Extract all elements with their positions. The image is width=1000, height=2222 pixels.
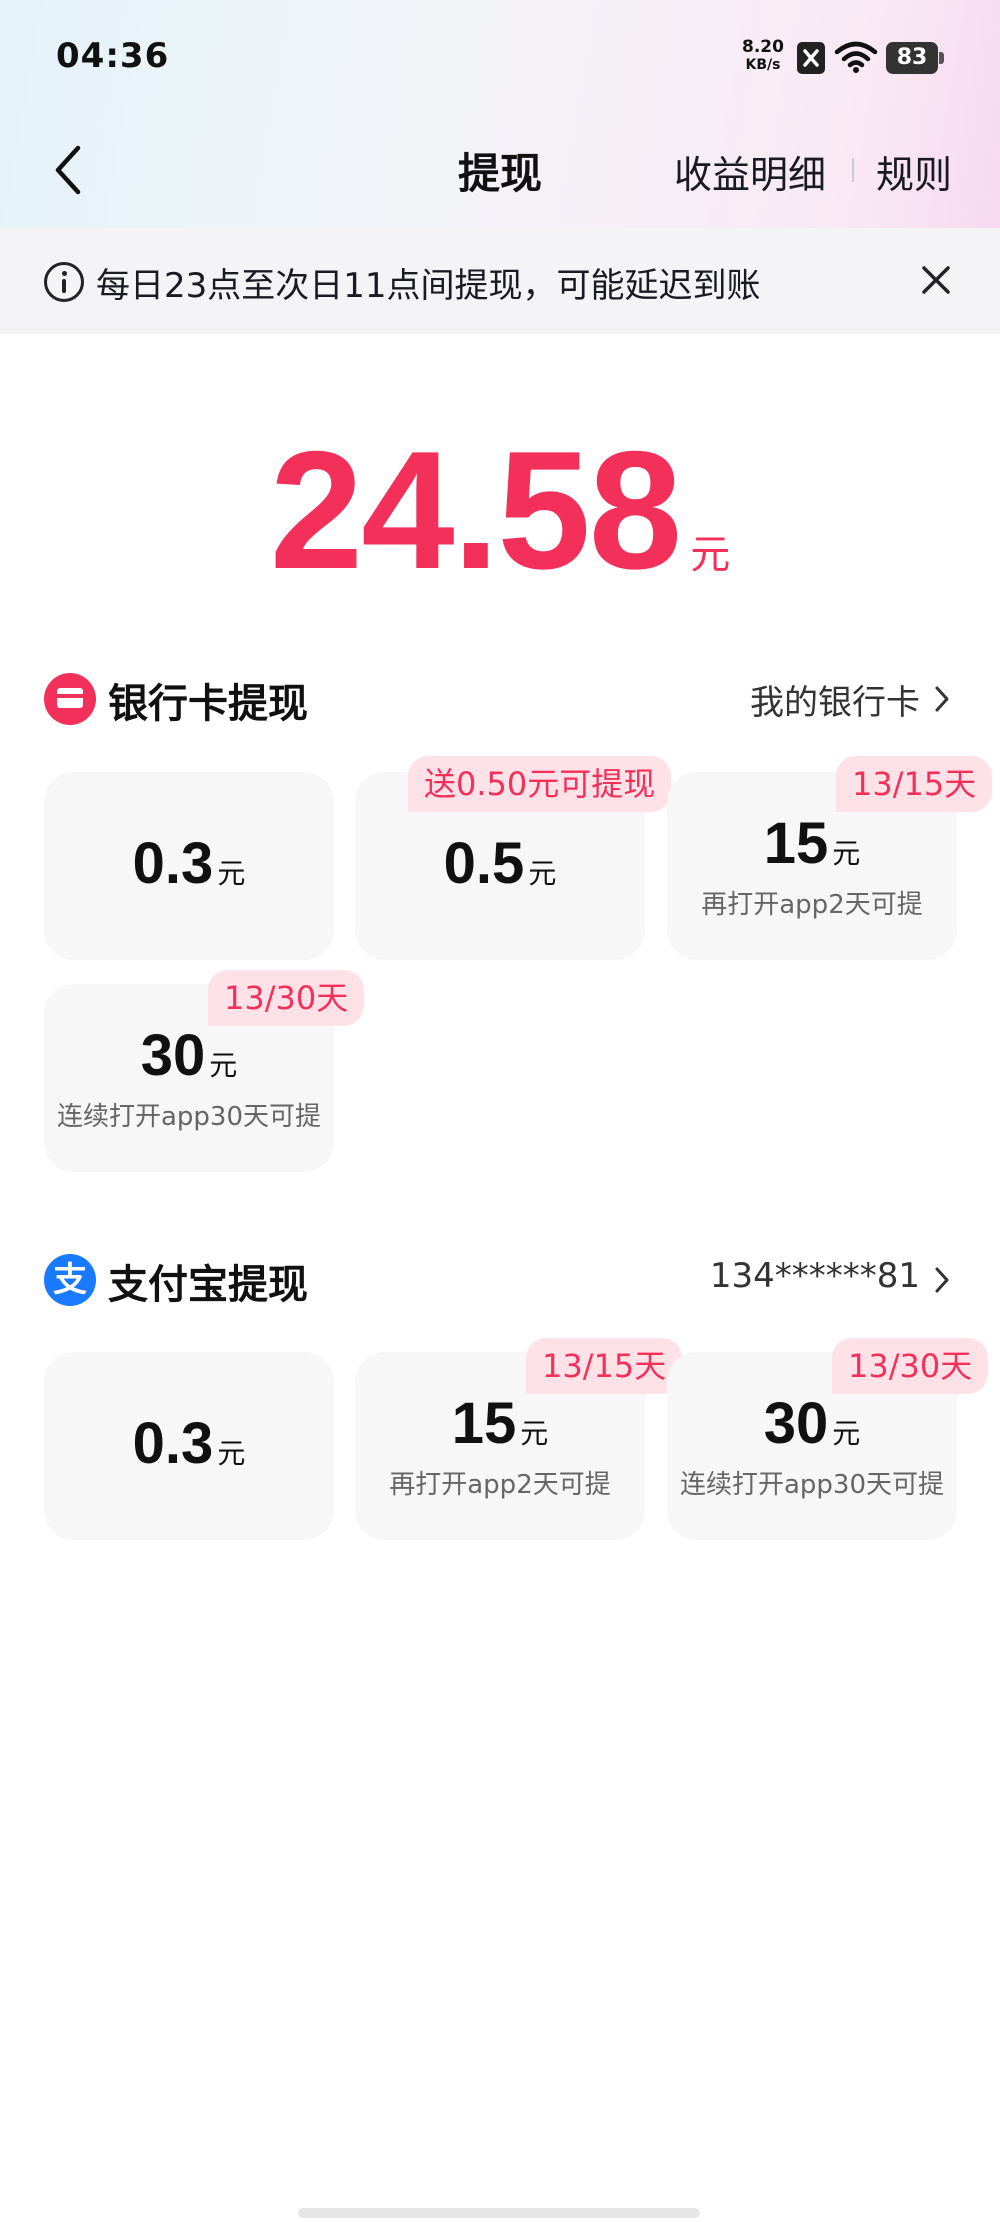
- network-speed: 8.20 KB/s: [738, 38, 788, 74]
- chevron-right-icon[interactable]: [932, 683, 952, 715]
- info-icon: [44, 262, 84, 302]
- alipay-icon: 支: [44, 1254, 96, 1306]
- navigation-bar: 提现 收益明细 规则: [0, 120, 1000, 230]
- option-amount-value: 0.3: [132, 831, 214, 896]
- status-time: 04:36: [56, 36, 170, 76]
- home-indicator[interactable]: [298, 2208, 700, 2218]
- option-condition: 再打开app2天可提: [389, 1470, 611, 1500]
- earnings-detail-link[interactable]: 收益明细: [674, 144, 826, 199]
- page-title: 提现: [457, 149, 542, 198]
- alipay-section-title: 支付宝提现: [108, 1262, 308, 1308]
- bank-section-header: 银行卡提现 我的银行卡: [0, 665, 1000, 735]
- wifi-icon: [834, 41, 878, 73]
- progress-badge: 13/30天: [208, 970, 365, 1026]
- option-amount-value: 15: [763, 811, 829, 876]
- notice-banner: 每日23点至次日11点间提现，可能延迟到账: [0, 228, 1000, 334]
- bank-section-title: 银行卡提现: [108, 681, 308, 727]
- alipay-option-card[interactable]: 0.3 元: [44, 1352, 334, 1540]
- notice-text: 每日23点至次日11点间提现，可能延迟到账: [96, 266, 761, 306]
- option-amount: 30 元: [667, 1390, 957, 1457]
- bank-option-card[interactable]: 0.3 元: [44, 772, 334, 960]
- alipay-section-header: 支 支付宝提现 134******81: [0, 1246, 1000, 1316]
- option-amount: 15 元: [355, 1390, 645, 1457]
- progress-badge: 13/15天: [836, 756, 993, 812]
- option-amount: 15 元: [667, 810, 957, 877]
- option-condition: 连续打开app30天可提: [56, 1102, 322, 1132]
- option-amount-value: 30: [763, 1391, 829, 1456]
- option-amount-unit: 元: [520, 1417, 549, 1450]
- network-speed-unit: KB/s: [745, 57, 781, 73]
- progress-badge: 13/15天: [526, 1338, 683, 1394]
- my-bank-card-link[interactable]: 我的银行卡: [750, 675, 920, 724]
- option-amount-unit: 元: [209, 1049, 238, 1082]
- option-amount-value: 30: [140, 1023, 206, 1088]
- option-amount: 30 元: [44, 1022, 334, 1089]
- status-bar: 04:36 8.20 KB/s 83: [0, 0, 1000, 120]
- battery-tip-icon: [939, 52, 944, 64]
- network-speed-value: 8.20: [742, 37, 784, 57]
- option-amount-value: 0.5: [443, 831, 525, 896]
- option-amount-value: 15: [451, 1391, 517, 1456]
- x-notification-icon: [797, 42, 825, 74]
- option-condition: 再打开app2天可提: [701, 890, 923, 920]
- option-amount-unit: 元: [832, 1417, 861, 1450]
- balance-display: 24.58 元: [0, 420, 1000, 600]
- option-amount-unit: 元: [217, 857, 246, 890]
- option-amount: 0.3 元: [44, 830, 334, 897]
- bonus-badge: 送0.50元可提现: [408, 756, 672, 812]
- balance-amount: 24.58: [269, 416, 682, 604]
- close-icon[interactable]: [918, 262, 954, 298]
- nav-divider: [852, 158, 854, 182]
- rules-link[interactable]: 规则: [876, 144, 952, 199]
- option-amount-unit: 元: [217, 1437, 246, 1470]
- option-amount-unit: 元: [528, 857, 557, 890]
- balance-unit: 元: [690, 532, 731, 578]
- chevron-right-icon[interactable]: [932, 1264, 952, 1296]
- option-amount: 0.3 元: [44, 1410, 334, 1477]
- option-amount-unit: 元: [832, 837, 861, 870]
- battery-indicator: 83: [886, 42, 938, 74]
- bank-card-icon: [44, 673, 96, 725]
- option-condition: 连续打开app30天可提: [679, 1470, 945, 1500]
- progress-badge: 13/30天: [832, 1338, 989, 1394]
- alipay-account-link[interactable]: 134******81: [710, 1256, 920, 1296]
- option-amount-value: 0.3: [132, 1411, 214, 1476]
- option-amount: 0.5 元: [355, 830, 645, 897]
